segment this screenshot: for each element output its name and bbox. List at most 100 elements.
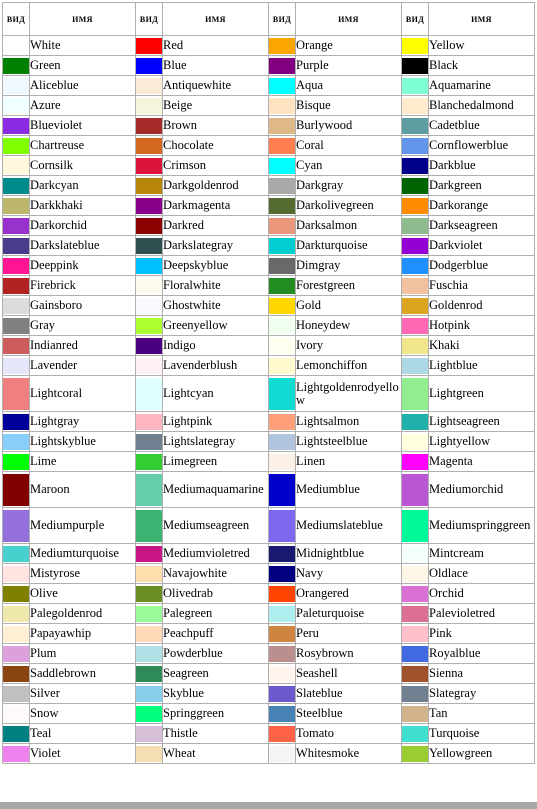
color-name-cell: Aliceblue bbox=[29, 75, 136, 96]
color-swatch bbox=[136, 377, 162, 410]
color-name-cell: Palevioletred bbox=[428, 603, 535, 624]
color-name-cell: Darkred bbox=[162, 215, 269, 236]
color-swatch bbox=[402, 685, 428, 702]
color-swatch bbox=[402, 705, 428, 722]
color-swatch-cell bbox=[2, 431, 30, 452]
color-swatch-cell bbox=[268, 75, 296, 96]
color-name-cell: Skyblue bbox=[162, 683, 269, 704]
color-name-cell: Lightsalmon bbox=[295, 411, 402, 432]
color-name-cell: Firebrick bbox=[29, 275, 136, 296]
color-name-cell: Darkorange bbox=[428, 195, 535, 216]
color-swatch bbox=[3, 97, 29, 114]
color-name-cell: Chocolate bbox=[162, 135, 269, 156]
color-name-cell: Ivory bbox=[295, 335, 402, 356]
color-name-cell: Mediumspringgreen bbox=[428, 507, 535, 544]
color-swatch-cell bbox=[135, 115, 163, 136]
color-name-cell: Navy bbox=[295, 563, 402, 584]
color-name-cell: Aquamarine bbox=[428, 75, 535, 96]
color-swatch-cell bbox=[401, 683, 429, 704]
color-swatch bbox=[3, 509, 29, 542]
color-swatch bbox=[402, 97, 428, 114]
color-swatch bbox=[3, 685, 29, 702]
color-swatch bbox=[136, 37, 162, 54]
color-swatch-cell bbox=[268, 603, 296, 624]
color-swatch-cell bbox=[401, 235, 429, 256]
color-swatch bbox=[3, 625, 29, 642]
color-name-cell: Chartreuse bbox=[29, 135, 136, 156]
named-colors-table: ВИД ИМЯ ВИД ИМЯ ВИД ИМЯ ВИД ИМЯ White Red… bbox=[2, 2, 535, 764]
color-swatch-cell bbox=[135, 35, 163, 56]
header-name-2: ИМЯ bbox=[162, 2, 269, 36]
color-swatch bbox=[136, 453, 162, 470]
color-swatch-cell bbox=[401, 355, 429, 376]
color-swatch-cell bbox=[268, 451, 296, 472]
color-swatch bbox=[136, 217, 162, 234]
table-row: Azure Beige Bisque Blanchedalmond bbox=[2, 95, 535, 116]
color-name-cell: Coral bbox=[295, 135, 402, 156]
table-row: Darkslateblue Darkslategray Darkturquoise D… bbox=[2, 235, 535, 256]
color-name-cell: Darkgray bbox=[295, 175, 402, 196]
color-swatch bbox=[269, 277, 295, 294]
color-name-cell: Maroon bbox=[29, 471, 136, 508]
color-name-cell: Antiquewhite bbox=[162, 75, 269, 96]
color-name-cell: Lightgoldenrodyellow bbox=[295, 375, 402, 412]
color-swatch-cell bbox=[268, 135, 296, 156]
color-swatch-cell bbox=[135, 315, 163, 336]
color-swatch-cell bbox=[268, 583, 296, 604]
table-row: Silver Skyblue Slateblue Slategray bbox=[2, 683, 535, 704]
color-name-cell: Slateblue bbox=[295, 683, 402, 704]
color-name-cell: Pink bbox=[428, 623, 535, 644]
color-name-cell: Olivedrab bbox=[162, 583, 269, 604]
color-name-cell: Thistle bbox=[162, 723, 269, 744]
color-swatch bbox=[3, 377, 29, 410]
color-name-cell: Snow bbox=[29, 703, 136, 724]
color-swatch-cell bbox=[135, 643, 163, 664]
color-swatch bbox=[402, 257, 428, 274]
color-swatch-cell bbox=[135, 335, 163, 356]
color-swatch-cell bbox=[135, 175, 163, 196]
color-swatch-cell bbox=[2, 643, 30, 664]
color-name-cell: Palegoldenrod bbox=[29, 603, 136, 624]
color-swatch bbox=[3, 117, 29, 134]
color-swatch-cell bbox=[135, 235, 163, 256]
table-row: Lavender Lavenderblush Lemonchiffon Lightbl… bbox=[2, 355, 535, 376]
color-swatch bbox=[136, 117, 162, 134]
color-swatch-cell bbox=[135, 703, 163, 724]
color-swatch bbox=[3, 413, 29, 430]
color-swatch bbox=[269, 37, 295, 54]
color-name-cell: Cornflowerblue bbox=[428, 135, 535, 156]
color-swatch-cell bbox=[268, 315, 296, 336]
color-swatch-cell bbox=[268, 623, 296, 644]
color-swatch-cell bbox=[401, 255, 429, 276]
color-swatch-cell bbox=[401, 643, 429, 664]
color-swatch bbox=[402, 117, 428, 134]
color-swatch-cell bbox=[401, 335, 429, 356]
color-swatch bbox=[269, 137, 295, 154]
color-swatch-cell bbox=[135, 135, 163, 156]
color-name-cell: Tomato bbox=[295, 723, 402, 744]
color-swatch-cell bbox=[135, 451, 163, 472]
color-swatch bbox=[3, 77, 29, 94]
color-swatch-cell bbox=[2, 451, 30, 472]
color-name-cell: Lemonchiffon bbox=[295, 355, 402, 376]
color-name-cell: Mintcream bbox=[428, 543, 535, 564]
color-swatch-cell bbox=[268, 563, 296, 584]
color-name-cell: Peachpuff bbox=[162, 623, 269, 644]
color-swatch bbox=[136, 257, 162, 274]
color-name-cell: Darkturquoise bbox=[295, 235, 402, 256]
color-swatch-cell bbox=[268, 255, 296, 276]
color-swatch bbox=[402, 473, 428, 506]
color-swatch bbox=[269, 745, 295, 762]
color-swatch bbox=[402, 177, 428, 194]
color-swatch bbox=[3, 177, 29, 194]
color-name-cell: Mediumaquamarine bbox=[162, 471, 269, 508]
color-name-cell: Gray bbox=[29, 315, 136, 336]
color-swatch bbox=[136, 605, 162, 622]
color-name-cell: Darkmagenta bbox=[162, 195, 269, 216]
table-row: Lightskyblue Lightslategray Lightsteelblue… bbox=[2, 431, 535, 452]
color-swatch bbox=[402, 217, 428, 234]
color-swatch bbox=[136, 97, 162, 114]
color-swatch bbox=[402, 725, 428, 742]
color-swatch-cell bbox=[2, 235, 30, 256]
color-swatch-cell bbox=[135, 723, 163, 744]
